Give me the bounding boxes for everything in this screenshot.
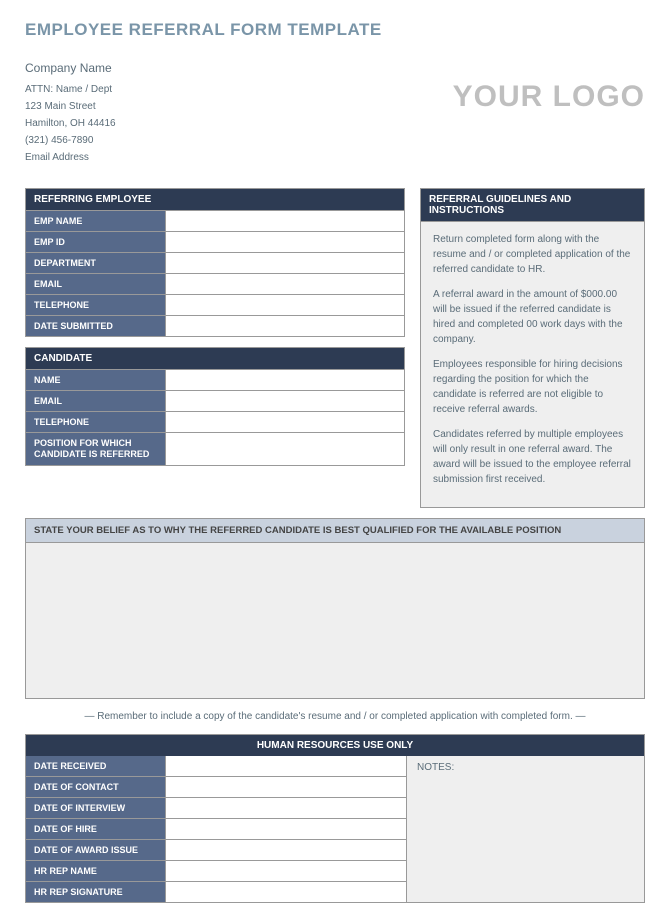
cand-email-label: EMAIL	[26, 391, 166, 411]
reminder-text: — Remember to include a copy of the cand…	[25, 699, 645, 734]
cand-telephone-label: TELEPHONE	[26, 412, 166, 432]
company-phone: (321) 456-7890	[25, 132, 116, 149]
hr-rep-sig-input[interactable]	[170, 886, 402, 897]
hr-fields: DATE RECEIVED DATE OF CONTACT DATE OF IN…	[26, 756, 406, 902]
belief-header: STATE YOUR BELIEF AS TO WHY THE REFERRED…	[26, 519, 644, 543]
hr-rep-sig-label: HR REP SIGNATURE	[26, 882, 166, 902]
date-submitted-label: DATE SUBMITTED	[26, 316, 166, 336]
emp-id-label: EMP ID	[26, 232, 166, 252]
hr-date-interview-label: DATE OF INTERVIEW	[26, 798, 166, 818]
hr-date-contact-label: DATE OF CONTACT	[26, 777, 166, 797]
hr-rep-name-label: HR REP NAME	[26, 861, 166, 881]
ref-email-label: EMAIL	[26, 274, 166, 294]
ref-telephone-label: TELEPHONE	[26, 295, 166, 315]
hr-notes-label: NOTES:	[417, 762, 454, 773]
belief-section: STATE YOUR BELIEF AS TO WHY THE REFERRED…	[25, 518, 645, 699]
hr-date-contact-input[interactable]	[170, 781, 402, 792]
hr-rep-name-input[interactable]	[170, 865, 402, 876]
ref-email-input[interactable]	[170, 278, 400, 289]
header-row: Company Name ATTN: Name / Dept 123 Main …	[25, 58, 645, 166]
emp-id-input[interactable]	[170, 236, 400, 247]
cand-name-label: NAME	[26, 370, 166, 390]
hr-header: HUMAN RESOURCES USE ONLY	[26, 735, 644, 756]
department-label: DEPARTMENT	[26, 253, 166, 273]
company-citystate: Hamilton, OH 44416	[25, 115, 116, 132]
logo-placeholder: YOUR LOGO	[453, 58, 645, 114]
emp-name-input[interactable]	[170, 215, 400, 226]
hr-date-interview-input[interactable]	[170, 802, 402, 813]
guideline-p1: Return completed form along with the res…	[433, 232, 632, 277]
guidelines-body: Return completed form along with the res…	[421, 222, 644, 507]
guideline-p2: A referral award in the amount of $000.0…	[433, 287, 632, 347]
candidate-header: CANDIDATE	[25, 347, 405, 370]
department-input[interactable]	[170, 257, 400, 268]
cand-name-input[interactable]	[170, 374, 400, 385]
emp-name-label: EMP NAME	[26, 211, 166, 231]
company-attn: ATTN: Name / Dept	[25, 81, 116, 98]
page-title: EMPLOYEE REFERRAL FORM TEMPLATE	[25, 20, 645, 40]
hr-date-hire-label: DATE OF HIRE	[26, 819, 166, 839]
left-column: REFERRING EMPLOYEE EMP NAME EMP ID DEPAR…	[25, 188, 405, 508]
hr-date-received-label: DATE RECEIVED	[26, 756, 166, 776]
hr-date-award-label: DATE OF AWARD ISSUE	[26, 840, 166, 860]
hr-notes-area: NOTES:	[406, 756, 644, 902]
hr-date-award-input[interactable]	[170, 844, 402, 855]
guidelines-header: REFERRAL GUIDELINES AND INSTRUCTIONS	[421, 189, 644, 222]
guideline-p4: Candidates referred by multiple employee…	[433, 427, 632, 487]
ref-telephone-input[interactable]	[170, 299, 400, 310]
cand-email-input[interactable]	[170, 395, 400, 406]
belief-textarea[interactable]	[26, 543, 644, 698]
company-street: 123 Main Street	[25, 98, 116, 115]
referring-header: REFERRING EMPLOYEE	[25, 188, 405, 211]
guidelines-panel: REFERRAL GUIDELINES AND INSTRUCTIONS Ret…	[420, 188, 645, 508]
guideline-p3: Employees responsible for hiring decisio…	[433, 357, 632, 417]
hr-date-hire-input[interactable]	[170, 823, 402, 834]
hr-date-received-input[interactable]	[170, 760, 402, 771]
company-block: Company Name ATTN: Name / Dept 123 Main …	[25, 58, 116, 166]
date-submitted-input[interactable]	[170, 320, 400, 331]
company-name: Company Name	[25, 58, 116, 78]
hr-section: HUMAN RESOURCES USE ONLY DATE RECEIVED D…	[25, 734, 645, 903]
cand-telephone-input[interactable]	[170, 416, 400, 427]
cand-position-label: POSITION FOR WHICH CANDIDATE IS REFERRED	[26, 433, 166, 465]
cand-position-input[interactable]	[170, 437, 400, 448]
company-email: Email Address	[25, 149, 116, 166]
